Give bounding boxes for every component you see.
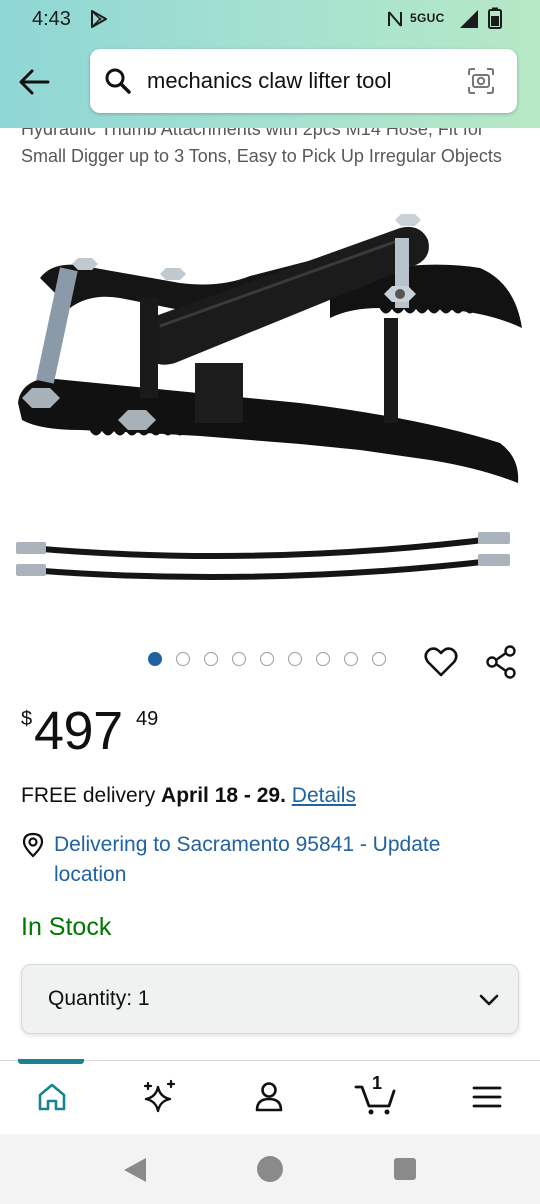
delivery-location-link[interactable]: Delivering to Sacramento 95841 - Update … — [54, 830, 514, 890]
nav-home[interactable] — [30, 1075, 74, 1119]
image-carousel-dots — [148, 652, 386, 668]
bottom-nav: 1 — [0, 1059, 540, 1134]
nav-menu[interactable] — [465, 1075, 509, 1119]
product-title-area: Hydraulic Thumb Attachments with 2pcs M1… — [0, 128, 540, 198]
price-fraction: 49 — [136, 708, 159, 730]
heart-icon[interactable] — [424, 646, 458, 678]
status-bar: 4:43 5GUC — [0, 0, 540, 38]
carousel-dot[interactable] — [260, 652, 274, 666]
search-bar[interactable]: mechanics claw lifter tool — [90, 49, 517, 113]
price-whole: 497 — [34, 701, 123, 761]
signal-icon — [460, 10, 478, 28]
system-home-icon[interactable] — [257, 1156, 283, 1182]
carousel-dot[interactable] — [344, 652, 358, 666]
app-header: 4:43 5GUC mechanics claw lifter tool — [0, 0, 540, 128]
share-icon[interactable] — [484, 644, 518, 680]
system-nav-bar — [0, 1134, 540, 1204]
delivery-info: FREE delivery April 18 - 29. Details — [21, 784, 356, 808]
back-button[interactable] — [14, 62, 54, 102]
stock-status: In Stock — [21, 913, 112, 941]
carousel-dot[interactable] — [316, 652, 330, 666]
carousel-dot[interactable] — [148, 652, 162, 666]
delivery-prefix: FREE delivery — [21, 784, 162, 807]
menu-icon — [472, 1086, 502, 1108]
quantity-value: 1 — [137, 987, 150, 1010]
arrow-left-icon — [19, 69, 50, 95]
delivery-details-link[interactable]: Details — [292, 784, 356, 807]
delivery-dates: April 18 - 29. — [161, 784, 286, 807]
nav-account[interactable] — [247, 1075, 291, 1119]
system-back-icon[interactable] — [122, 1156, 148, 1184]
search-query[interactable]: mechanics claw lifter tool — [147, 68, 392, 94]
active-tab-indicator — [18, 1059, 84, 1064]
battery-icon — [488, 7, 502, 29]
search-icon — [105, 68, 131, 94]
network-type: 5GUC — [410, 11, 445, 25]
carousel-dot[interactable] — [204, 652, 218, 666]
carousel-dot[interactable] — [372, 652, 386, 666]
nav-cart[interactable]: 1 — [354, 1073, 398, 1119]
product-title: Hydraulic Thumb Attachments with 2pcs M1… — [21, 128, 502, 166]
user-icon — [255, 1082, 283, 1112]
carousel-dot[interactable] — [176, 652, 190, 666]
status-time: 4:43 — [32, 8, 71, 30]
quantity-label: Quantity: 1 — [48, 987, 150, 1010]
location-pin-icon — [22, 832, 44, 858]
quantity-select[interactable]: Quantity: 1 — [21, 964, 519, 1034]
carousel-dot[interactable] — [232, 652, 246, 666]
cart-count-badge: 1 — [372, 1073, 383, 1093]
price-currency: $ — [21, 708, 33, 730]
chevron-down-icon — [479, 994, 499, 1006]
system-recents-icon[interactable] — [394, 1158, 416, 1180]
product-image[interactable] — [0, 198, 540, 618]
home-icon — [38, 1083, 66, 1111]
camera-lens-icon[interactable] — [466, 66, 496, 96]
play-store-icon — [91, 10, 107, 28]
carousel-dot[interactable] — [288, 652, 302, 666]
nfc-icon — [388, 11, 402, 27]
nav-rufus[interactable] — [138, 1075, 182, 1119]
sparkle-icon — [143, 1079, 176, 1113]
